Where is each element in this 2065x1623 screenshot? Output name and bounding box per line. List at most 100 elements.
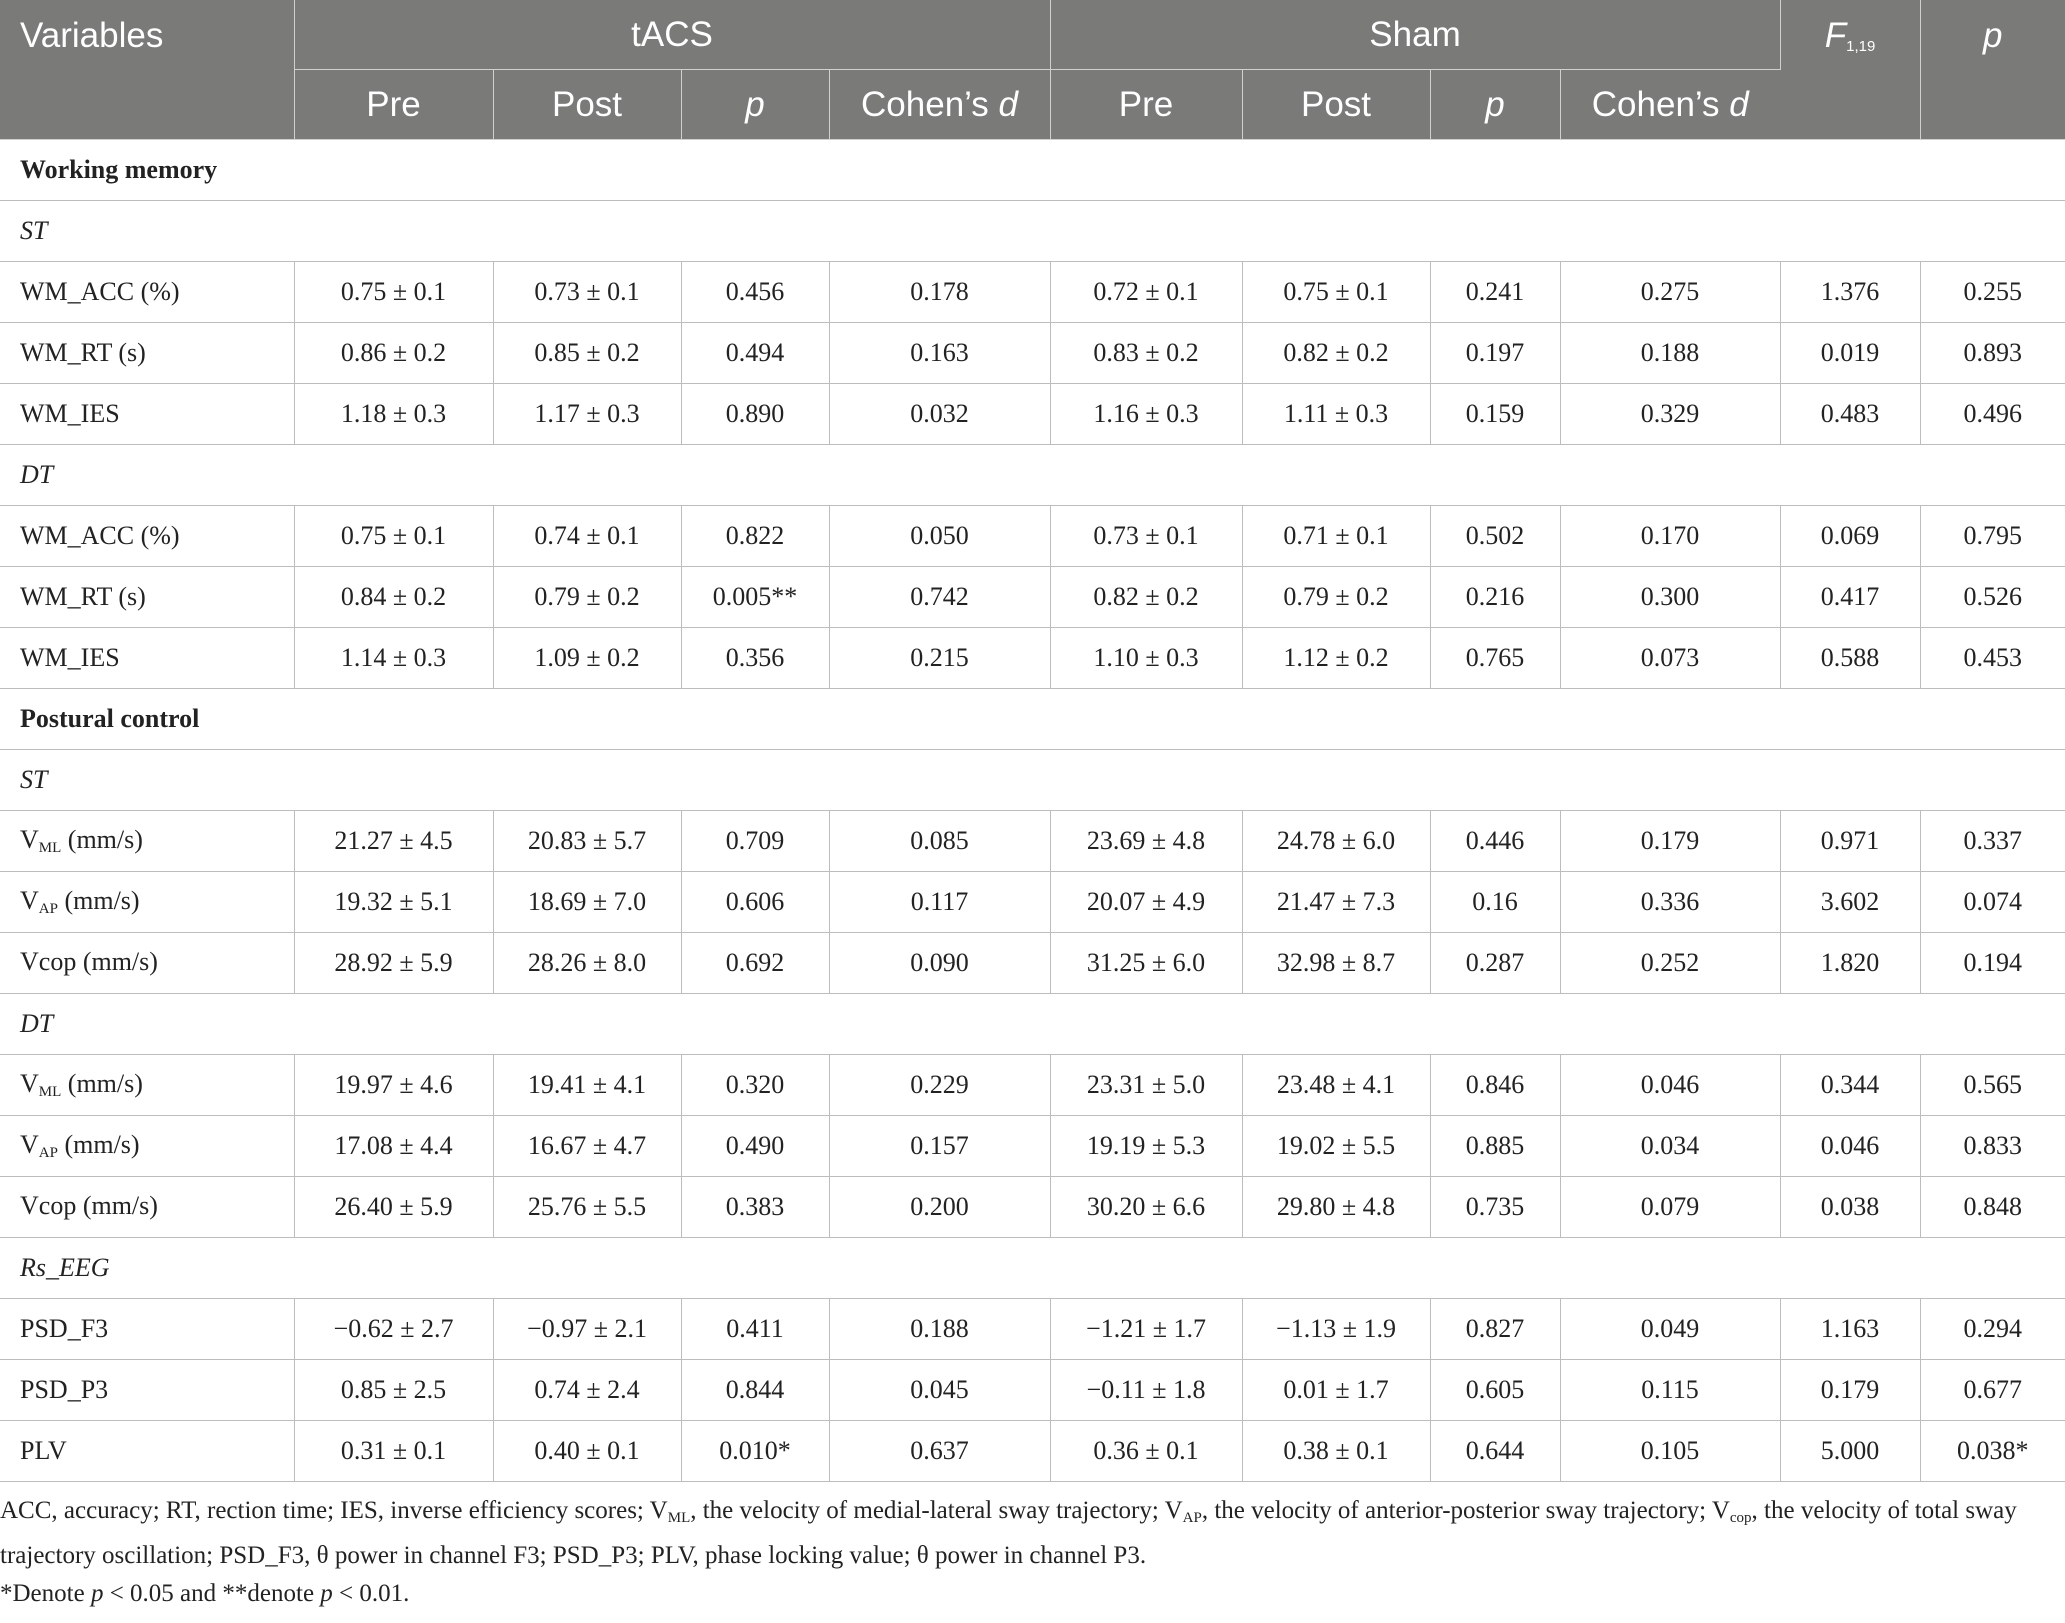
row-label: VML (mm/s): [0, 1054, 295, 1116]
table-cell: 0.188: [829, 1298, 1051, 1360]
table-cell: 19.02 ± 5.5: [1242, 1115, 1431, 1177]
row-label: WM_IES: [0, 627, 295, 689]
table-cell: 0.216: [1430, 566, 1561, 628]
group-rs-eeg: Rs_EEG: [0, 1237, 2065, 1299]
table-cell: 31.25 ± 6.0: [1050, 932, 1243, 994]
table-cell: 0.502: [1430, 505, 1561, 567]
table-cell: 0.742: [829, 566, 1051, 628]
table-cell: 0.605: [1430, 1359, 1561, 1421]
table-cell: 0.735: [1430, 1176, 1561, 1238]
table-cell: 0.846: [1430, 1054, 1561, 1116]
table-cell: 0.038: [1780, 1176, 1921, 1238]
row-label: WM_IES: [0, 383, 295, 445]
table-row: WM_RT (s) 0.86 ± 0.2 0.85 ± 0.2 0.494 0.163 0…: [0, 322, 2065, 384]
table-cell: 0.241: [1430, 261, 1561, 323]
table-container: Variables tACS Sham F1,19 p Pre Post p C…: [0, 0, 2065, 1613]
table-cell: 0.411: [681, 1298, 830, 1360]
table-cell: 0.337: [1920, 810, 2065, 872]
table-cell: 0.045: [829, 1359, 1051, 1421]
table-cell: 5.000: [1780, 1420, 1921, 1482]
table-cell: 0.159: [1430, 383, 1561, 445]
table-cell: 0.179: [1560, 810, 1781, 872]
table-cell: 21.27 ± 4.5: [294, 810, 494, 872]
row-label: PSD_P3: [0, 1359, 295, 1421]
table-cell: 1.09 ± 0.2: [493, 627, 682, 689]
tacs-post-header: Post: [493, 69, 682, 140]
table-cell: 0.526: [1920, 566, 2065, 628]
table-cell: 0.644: [1430, 1420, 1561, 1482]
table-cell: 0.31 ± 0.1: [294, 1420, 494, 1482]
table-cell: 0.179: [1780, 1359, 1921, 1421]
table-cell: 0.38 ± 0.1: [1242, 1420, 1431, 1482]
table-row: PSD_P3 0.85 ± 2.5 0.74 ± 2.4 0.844 0.045 −0.1…: [0, 1359, 2065, 1421]
table-cell: 1.18 ± 0.3: [294, 383, 494, 445]
table-cell: 1.11 ± 0.3: [1242, 383, 1431, 445]
table-cell: 0.85 ± 2.5: [294, 1359, 494, 1421]
sham-cohens-header: Cohen’s d: [1560, 69, 1781, 140]
table-cell: 0.692: [681, 932, 830, 994]
table-cell: 0.588: [1780, 627, 1921, 689]
table-cell: 0.885: [1430, 1115, 1561, 1177]
group-st-label: ST: [0, 200, 2065, 262]
table-cell: 30.20 ± 6.6: [1050, 1176, 1243, 1238]
table-cell: 0.197: [1430, 322, 1561, 384]
table-cell: 24.78 ± 6.0: [1242, 810, 1431, 872]
table-cell: 0.01 ± 1.7: [1242, 1359, 1431, 1421]
table-cell: 1.12 ± 0.2: [1242, 627, 1431, 689]
table-cell: 19.41 ± 4.1: [493, 1054, 682, 1116]
table-cell: 16.67 ± 4.7: [493, 1115, 682, 1177]
table-cell: 21.47 ± 7.3: [1242, 871, 1431, 933]
table-cell: 0.417: [1780, 566, 1921, 628]
table-cell: 0.677: [1920, 1359, 2065, 1421]
row-label: Vcop (mm/s): [0, 1176, 295, 1238]
table-cell: 0.034: [1560, 1115, 1781, 1177]
table-cell: 0.005**: [681, 566, 830, 628]
tacs-pre-header: Pre: [294, 69, 494, 140]
table-cell: 32.98 ± 8.7: [1242, 932, 1431, 994]
table-cell: 0.294: [1920, 1298, 2065, 1360]
row-label: VML (mm/s): [0, 810, 295, 872]
table-cell: 0.827: [1430, 1298, 1561, 1360]
table-cell: 0.090: [829, 932, 1051, 994]
table-cell: 0.329: [1560, 383, 1781, 445]
table-cell: 0.215: [829, 627, 1051, 689]
table-cell: 28.92 ± 5.9: [294, 932, 494, 994]
table-cell: 0.079: [1560, 1176, 1781, 1238]
table-cell: 0.255: [1920, 261, 2065, 323]
tacs-cohens-header: Cohen’s d: [829, 69, 1051, 140]
table-cell: 0.032: [829, 383, 1051, 445]
table-cell: 0.252: [1560, 932, 1781, 994]
table-cell: 0.971: [1780, 810, 1921, 872]
table-cell: 0.019: [1780, 322, 1921, 384]
table-cell: 0.046: [1560, 1054, 1781, 1116]
table-cell: 0.494: [681, 322, 830, 384]
table-cell: 0.453: [1920, 627, 2065, 689]
p-header: p: [1920, 0, 2065, 140]
table-cell: 0.833: [1920, 1115, 2065, 1177]
table-cell: 0.86 ± 0.2: [294, 322, 494, 384]
table-cell: 0.844: [681, 1359, 830, 1421]
table-row: WM_IES 1.14 ± 0.3 1.09 ± 0.2 0.356 0.215 1.10…: [0, 627, 2065, 689]
row-label: PSD_F3: [0, 1298, 295, 1360]
table-cell: 0.336: [1560, 871, 1781, 933]
table-cell: 0.275: [1560, 261, 1781, 323]
table-cell: 1.820: [1780, 932, 1921, 994]
table-cell: 1.10 ± 0.3: [1050, 627, 1243, 689]
table-cell: 0.010*: [681, 1420, 830, 1482]
table-cell: 0.170: [1560, 505, 1781, 567]
sham-header: Sham: [1050, 0, 1781, 70]
table-cell: 0.765: [1430, 627, 1561, 689]
sham-pre-header: Pre: [1050, 69, 1243, 140]
table-cell: 0.73 ± 0.1: [493, 261, 682, 323]
table-cell: 0.073: [1560, 627, 1781, 689]
row-label: WM_ACC (%): [0, 261, 295, 323]
table-cell: 1.376: [1780, 261, 1921, 323]
table-cell: 0.117: [829, 871, 1051, 933]
table-cell: 0.71 ± 0.1: [1242, 505, 1431, 567]
table-row: WM_ACC (%) 0.75 ± 0.1 0.73 ± 0.1 0.456 0.178…: [0, 261, 2065, 323]
table-cell: 26.40 ± 5.9: [294, 1176, 494, 1238]
table-cell: 0.456: [681, 261, 830, 323]
table-cell: 23.31 ± 5.0: [1050, 1054, 1243, 1116]
table-cell: 0.069: [1780, 505, 1921, 567]
table-cell: 20.83 ± 5.7: [493, 810, 682, 872]
